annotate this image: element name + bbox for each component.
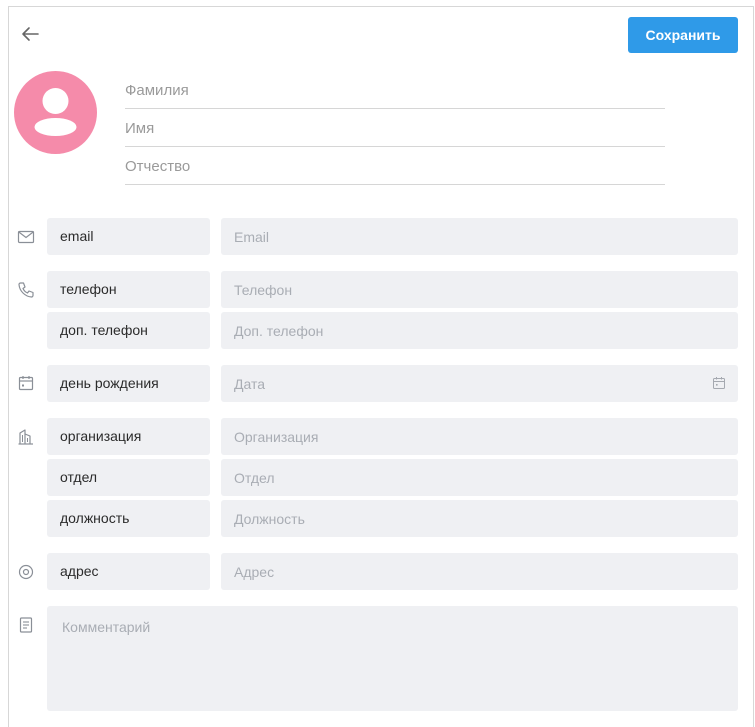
date-picker-icon[interactable] [711,375,727,391]
middle-name-field[interactable] [125,148,665,185]
phone-field[interactable] [221,271,738,308]
phone-icon [16,280,36,300]
arrow-left-icon [22,27,39,41]
avatar[interactable] [14,71,97,154]
back-button[interactable] [18,22,42,46]
last-name-field[interactable] [125,72,665,109]
birthday-field[interactable] [221,365,738,402]
email-field[interactable] [221,218,738,255]
comment-field[interactable] [47,606,738,711]
address-field[interactable] [221,553,738,590]
position-label[interactable]: должность [47,500,210,537]
phone-label[interactable]: телефон [47,271,210,308]
organization-label[interactable]: организация [47,418,210,455]
extra-phone-field[interactable] [221,312,738,349]
location-pin-icon [16,562,36,582]
department-field[interactable] [221,459,738,496]
first-name-field[interactable] [125,110,665,147]
envelope-icon [16,227,36,247]
address-label[interactable]: адрес [47,553,210,590]
department-label[interactable]: отдел [47,459,210,496]
email-label[interactable]: email [47,218,210,255]
calendar-icon [16,373,36,393]
note-icon [16,615,36,635]
organization-field[interactable] [221,418,738,455]
building-icon [16,427,36,447]
position-field[interactable] [221,500,738,537]
birthday-label[interactable]: день рождения [47,365,210,402]
person-icon [34,88,77,136]
save-button[interactable]: Сохранить [628,17,738,53]
extra-phone-label[interactable]: доп. телефон [47,312,210,349]
